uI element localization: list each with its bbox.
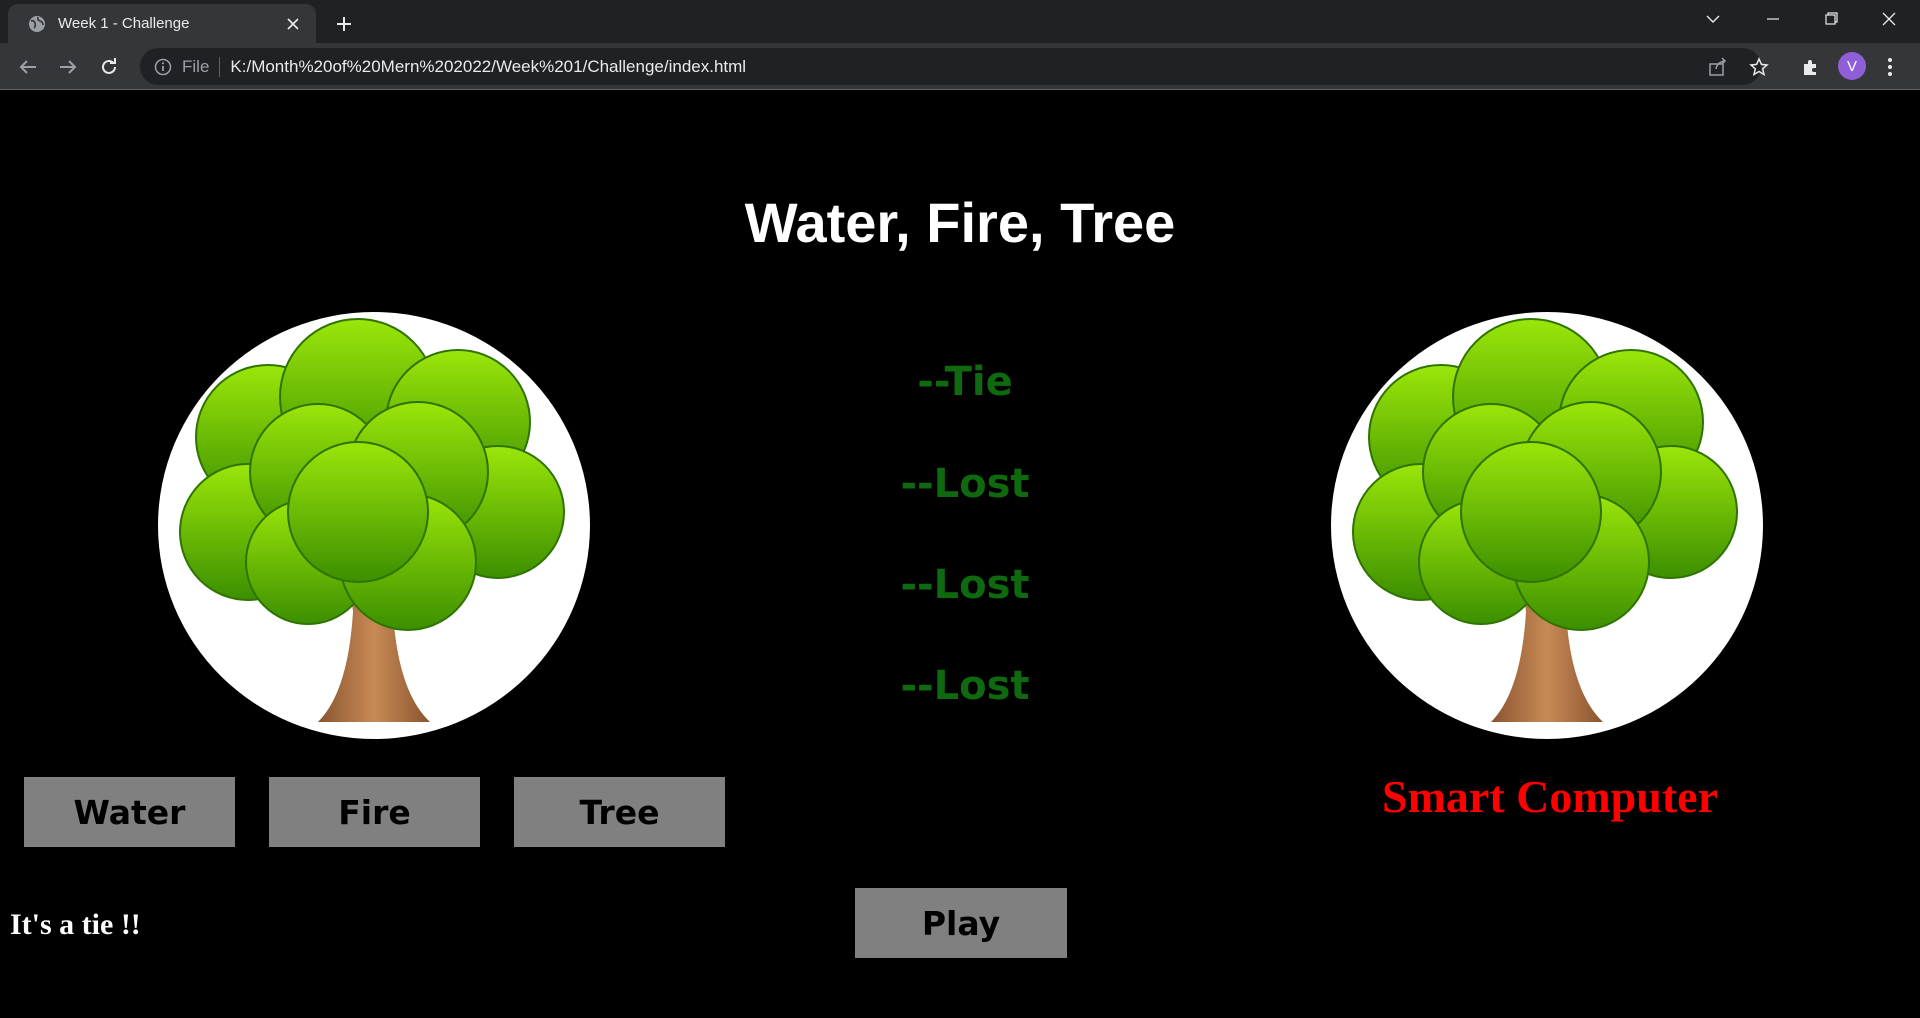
url-separator [219, 56, 221, 77]
result-item: --Tie [917, 359, 1013, 405]
play-button[interactable]: Play [855, 888, 1067, 958]
profile-avatar[interactable]: V [1838, 52, 1866, 80]
globe-icon [28, 15, 46, 33]
tree-button[interactable]: Tree [514, 777, 725, 847]
water-button[interactable]: Water [24, 777, 235, 847]
browser-tab-strip: Week 1 - Challenge [0, 0, 1920, 43]
back-arrow-icon[interactable] [12, 51, 44, 83]
bookmark-star-icon[interactable] [1748, 56, 1770, 78]
page-title: Water, Fire, Tree [744, 191, 1176, 254]
fire-button[interactable]: Fire [269, 777, 480, 847]
tree-icon [1352, 318, 1738, 722]
computer-choice-image [1331, 312, 1763, 739]
extensions-icon[interactable] [1797, 53, 1825, 81]
address-bar[interactable]: File K:/Month%20of%20Mern%202022/Week%20… [140, 48, 1769, 85]
tree-icon [179, 318, 565, 722]
forward-arrow-icon[interactable] [52, 51, 84, 83]
new-tab-icon[interactable] [330, 10, 358, 38]
result-item: --Lost [900, 663, 1030, 709]
site-info-icon[interactable] [153, 57, 173, 77]
tab-title: Week 1 - Challenge [58, 15, 190, 32]
minimize-icon[interactable] [1744, 0, 1802, 37]
share-icon[interactable] [1707, 56, 1729, 78]
url-text[interactable]: K:/Month%20of%20Mern%202022/Week%201/Cha… [230, 57, 746, 77]
browser-toolbar: File K:/Month%20of%20Mern%202022/Week%20… [0, 43, 1920, 90]
tab-search-icon[interactable] [1684, 0, 1742, 37]
close-tab-icon[interactable] [282, 13, 304, 35]
restore-icon[interactable] [1802, 0, 1860, 37]
game-page: Water, Fire, Tree --Tie --Lost --Lost --… [0, 91, 1920, 1018]
computer-label: Smart Computer [1382, 771, 1718, 822]
url-scheme: File [182, 56, 210, 76]
reload-icon[interactable] [93, 51, 125, 83]
player-choice-image [158, 312, 590, 739]
result-item: --Lost [900, 461, 1030, 507]
result-item: --Lost [900, 562, 1030, 608]
menu-dots-icon[interactable] [1876, 53, 1904, 81]
close-window-icon[interactable] [1860, 0, 1918, 37]
browser-tab[interactable]: Week 1 - Challenge [8, 4, 316, 43]
outcome-message: It's a tie !! [10, 908, 141, 941]
